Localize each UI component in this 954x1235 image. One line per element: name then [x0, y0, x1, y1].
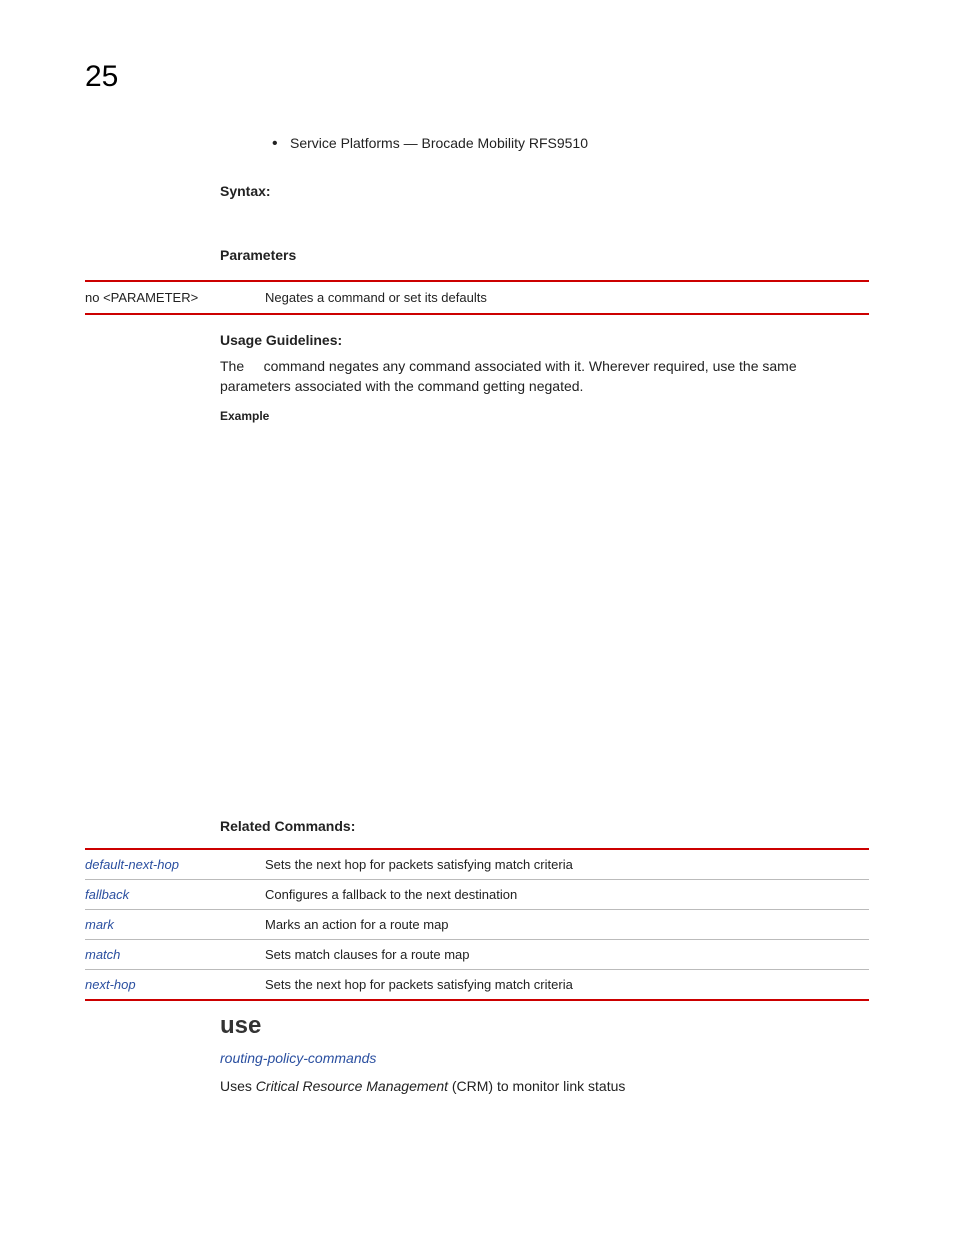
usage-guidelines-heading: Usage Guidelines:: [220, 332, 869, 348]
table-row: default-next-hop Sets the next hop for p…: [85, 849, 869, 880]
use-desc-suffix: (CRM) to monitor link status: [448, 1078, 625, 1094]
table-row: no <PARAMETER> Negates a command or set …: [85, 281, 869, 314]
link-default-next-hop[interactable]: default-next-hop: [85, 857, 179, 872]
use-desc-prefix: Uses: [220, 1078, 256, 1094]
bullet-list: •Service Platforms — Brocade Mobility RF…: [220, 135, 869, 153]
link-fallback[interactable]: fallback: [85, 887, 129, 902]
usage-rest: command negates any command associated w…: [220, 358, 797, 394]
use-heading: use: [220, 1012, 869, 1040]
syntax-heading: Syntax:: [220, 183, 869, 199]
param-description: Negates a command or set its defaults: [265, 281, 869, 314]
related-desc: Sets match clauses for a route map: [265, 940, 869, 970]
link-routing-policy-commands[interactable]: routing-policy-commands: [220, 1050, 376, 1066]
related-commands-heading: Related Commands:: [220, 818, 869, 834]
bullet-dot-icon: •: [272, 135, 290, 153]
use-desc-italic: Critical Resource Management: [256, 1078, 448, 1094]
param-command: no <PARAMETER>: [85, 281, 265, 314]
page-number: 25: [85, 60, 118, 94]
link-mark[interactable]: mark: [85, 917, 114, 932]
link-next-hop[interactable]: next-hop: [85, 977, 136, 992]
table-row: fallback Configures a fallback to the ne…: [85, 880, 869, 910]
related-desc: Configures a fallback to the next destin…: [265, 880, 869, 910]
related-desc: Sets the next hop for packets satisfying…: [265, 849, 869, 880]
usage-prefix: The: [220, 358, 244, 374]
table-row: match Sets match clauses for a route map: [85, 940, 869, 970]
related-commands-table: default-next-hop Sets the next hop for p…: [85, 848, 869, 1001]
related-desc: Sets the next hop for packets satisfying…: [265, 970, 869, 1001]
example-label: Example: [220, 409, 869, 423]
table-row: mark Marks an action for a route map: [85, 910, 869, 940]
bullet-text: Service Platforms — Brocade Mobility RFS…: [290, 135, 588, 151]
link-match[interactable]: match: [85, 947, 120, 962]
parameters-heading: Parameters: [220, 247, 869, 263]
related-desc: Marks an action for a route map: [265, 910, 869, 940]
use-description: Uses Critical Resource Management (CRM) …: [220, 1076, 869, 1096]
usage-text: The command negates any command associat…: [220, 356, 869, 397]
parameters-table: no <PARAMETER> Negates a command or set …: [85, 280, 869, 315]
table-row: next-hop Sets the next hop for packets s…: [85, 970, 869, 1001]
